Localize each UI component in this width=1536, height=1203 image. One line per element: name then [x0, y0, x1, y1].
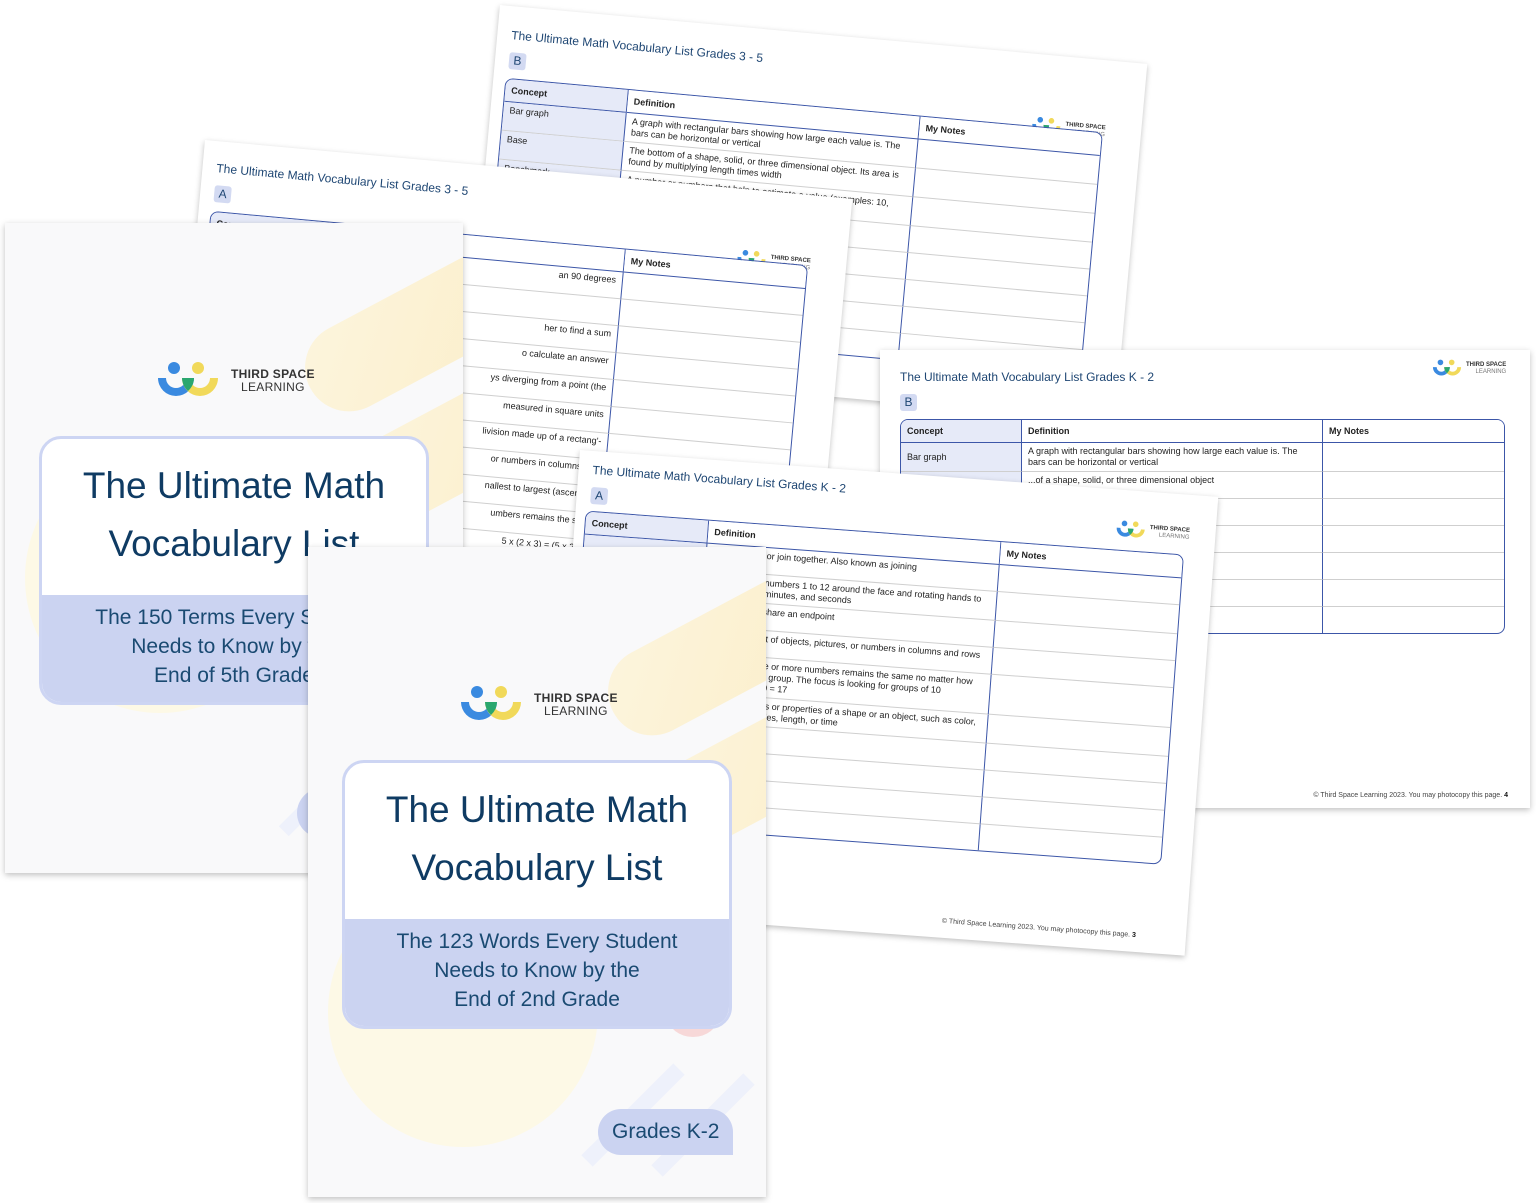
- section-badge: A: [590, 486, 609, 506]
- header-definition: Definition: [1022, 420, 1323, 443]
- grade-badge: Grades K-2: [598, 1109, 734, 1155]
- cover-subtitle: The 123 Words Every Student Needs to Know…: [345, 919, 729, 1026]
- brand-logo: THIRD SPACELEARNING: [458, 685, 618, 725]
- page-number: 4: [1504, 792, 1508, 799]
- notes-cell[interactable]: [1323, 472, 1504, 499]
- brand-subname: LEARNING: [544, 704, 608, 718]
- third-space-learning-logo-icon: [155, 361, 221, 401]
- section-badge: B: [508, 52, 527, 71]
- third-space-learning-logo-icon: [1432, 359, 1462, 378]
- title-card: The Ultimate Math Vocabulary List The 123…: [342, 760, 732, 1029]
- page-footer: © Third Space Learning 2023. You may pho…: [942, 918, 1137, 939]
- section-badge: A: [213, 185, 232, 204]
- copyright-text: © Third Space Learning 2023. You may pho…: [941, 917, 1131, 939]
- header-my-notes: My Notes: [1323, 420, 1504, 443]
- third-space-learning-logo-icon: [458, 685, 524, 725]
- definition-cell: A graph with rectangular bars showing ho…: [1022, 443, 1323, 472]
- brand-subname: LEARNING: [241, 380, 305, 394]
- copyright-text: © Third Space Learning 2023. You may pho…: [1313, 792, 1503, 799]
- worksheet-title: The Ultimate Math Vocabulary List Grades…: [510, 28, 764, 66]
- worksheet-title: The Ultimate Math Vocabulary List Grades…: [592, 462, 847, 496]
- notes-cell[interactable]: [1323, 580, 1504, 607]
- worksheet-title: The Ultimate Math Vocabulary List Grades…: [215, 161, 469, 199]
- table-row: Bar graph A graph with rectangular bars s…: [901, 443, 1504, 472]
- concept-cell: Bar graph: [901, 443, 1022, 472]
- brand-subname: LEARNING: [1475, 368, 1507, 375]
- section-badge: B: [900, 394, 917, 411]
- decorative-shape: [289, 227, 463, 427]
- notes-cell[interactable]: [1323, 553, 1504, 580]
- cover-grades-k-2: THIRD SPACE LEARNING The Ultimate Math Voc…: [308, 547, 766, 1197]
- worksheet-title: The Ultimate Math Vocabulary List Grades…: [900, 370, 1155, 384]
- brand-logo: THIRD SPACELEARNING: [155, 361, 315, 401]
- brand-name: THIRD SPACE: [1466, 361, 1507, 368]
- third-space-learning-logo-icon: [1115, 519, 1146, 540]
- page-number: 3: [1131, 931, 1137, 940]
- brand-logo: THIRD SPACELEARNING: [1115, 519, 1190, 543]
- decorative-shape: [592, 551, 766, 751]
- brand-logo: THIRD SPACELEARNING: [1432, 359, 1506, 378]
- notes-cell[interactable]: [1323, 443, 1504, 472]
- header-concept: Concept: [901, 420, 1022, 443]
- page-footer: © Third Space Learning 2023. You may pho…: [1313, 792, 1508, 799]
- notes-cell[interactable]: [1323, 499, 1504, 526]
- cover-title: The Ultimate Math Vocabulary List: [385, 789, 689, 888]
- notes-cell[interactable]: [1323, 607, 1504, 633]
- notes-cell[interactable]: [1323, 526, 1504, 553]
